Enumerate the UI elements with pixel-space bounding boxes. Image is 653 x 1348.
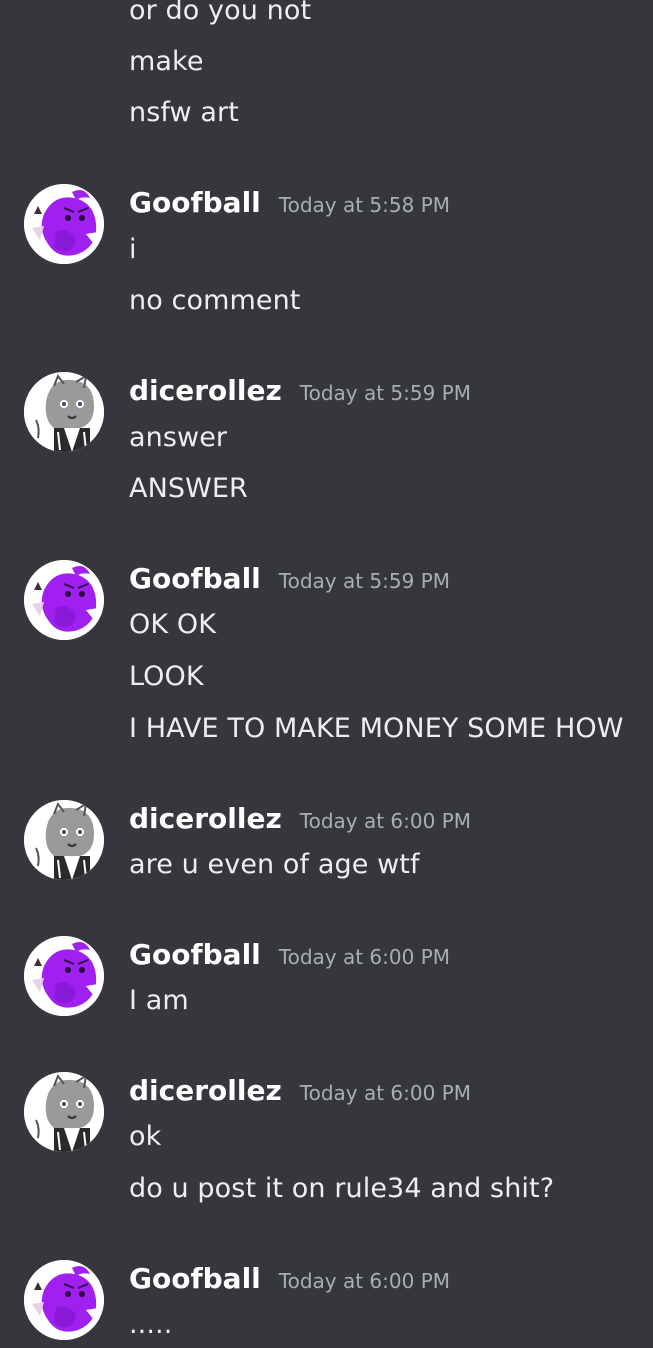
dicerollez-avatar-icon[interactable] bbox=[24, 1072, 104, 1152]
message-line: do u post it on rule34 and shit? bbox=[129, 1173, 555, 1204]
message-header: Goofball Today at 6:00 PM bbox=[129, 1262, 450, 1298]
username[interactable]: Goofball bbox=[129, 186, 261, 220]
message-header: dicerollez Today at 5:59 PM bbox=[129, 374, 471, 410]
message-line: make bbox=[129, 46, 204, 77]
username[interactable]: dicerollez bbox=[129, 1074, 282, 1108]
username[interactable]: Goofball bbox=[129, 1262, 261, 1296]
message-header: dicerollez Today at 6:00 PM bbox=[129, 1074, 471, 1110]
timestamp: Today at 6:00 PM bbox=[278, 945, 451, 969]
message-header: dicerollez Today at 6:00 PM bbox=[129, 802, 471, 838]
message-line: OK OK bbox=[129, 609, 216, 640]
message-line: answer bbox=[129, 422, 228, 453]
message-header: Goofball Today at 5:59 PM bbox=[129, 562, 450, 598]
username[interactable]: Goofball bbox=[129, 562, 261, 596]
message-line: ..... bbox=[129, 1309, 173, 1340]
timestamp: Today at 6:00 PM bbox=[278, 1269, 451, 1293]
username[interactable]: dicerollez bbox=[129, 374, 282, 408]
dicerollez-avatar-icon[interactable] bbox=[24, 372, 104, 452]
goofball-avatar-icon[interactable] bbox=[24, 184, 104, 264]
message-header: Goofball Today at 5:58 PM bbox=[129, 186, 450, 222]
timestamp: Today at 5:59 PM bbox=[278, 569, 451, 593]
goofball-avatar-icon[interactable] bbox=[24, 560, 104, 640]
message-line: ok bbox=[129, 1121, 162, 1152]
message-line: are u even of age wtf bbox=[129, 849, 420, 880]
message-line: i bbox=[129, 234, 137, 265]
goofball-avatar-icon[interactable] bbox=[24, 1260, 104, 1340]
timestamp: Today at 5:59 PM bbox=[299, 381, 472, 405]
username[interactable]: dicerollez bbox=[129, 802, 282, 836]
timestamp: Today at 6:00 PM bbox=[299, 1081, 472, 1105]
message-line: ANSWER bbox=[129, 473, 248, 504]
timestamp: Today at 5:58 PM bbox=[278, 193, 451, 217]
dicerollez-avatar-icon[interactable] bbox=[24, 800, 104, 880]
message-line: nsfw art bbox=[129, 97, 239, 128]
goofball-avatar-icon[interactable] bbox=[24, 936, 104, 1016]
message-line: I am bbox=[129, 985, 189, 1016]
message-line: I HAVE TO MAKE MONEY SOME HOW bbox=[129, 713, 624, 744]
message-line: or do you not bbox=[129, 0, 312, 26]
timestamp: Today at 6:00 PM bbox=[299, 809, 472, 833]
chat-message-list[interactable]: or do you not make nsfw art Goofball Tod… bbox=[0, 0, 653, 1348]
username[interactable]: Goofball bbox=[129, 938, 261, 972]
message-line: no comment bbox=[129, 285, 301, 316]
message-line: LOOK bbox=[129, 661, 204, 692]
message-header: Goofball Today at 6:00 PM bbox=[129, 938, 450, 974]
